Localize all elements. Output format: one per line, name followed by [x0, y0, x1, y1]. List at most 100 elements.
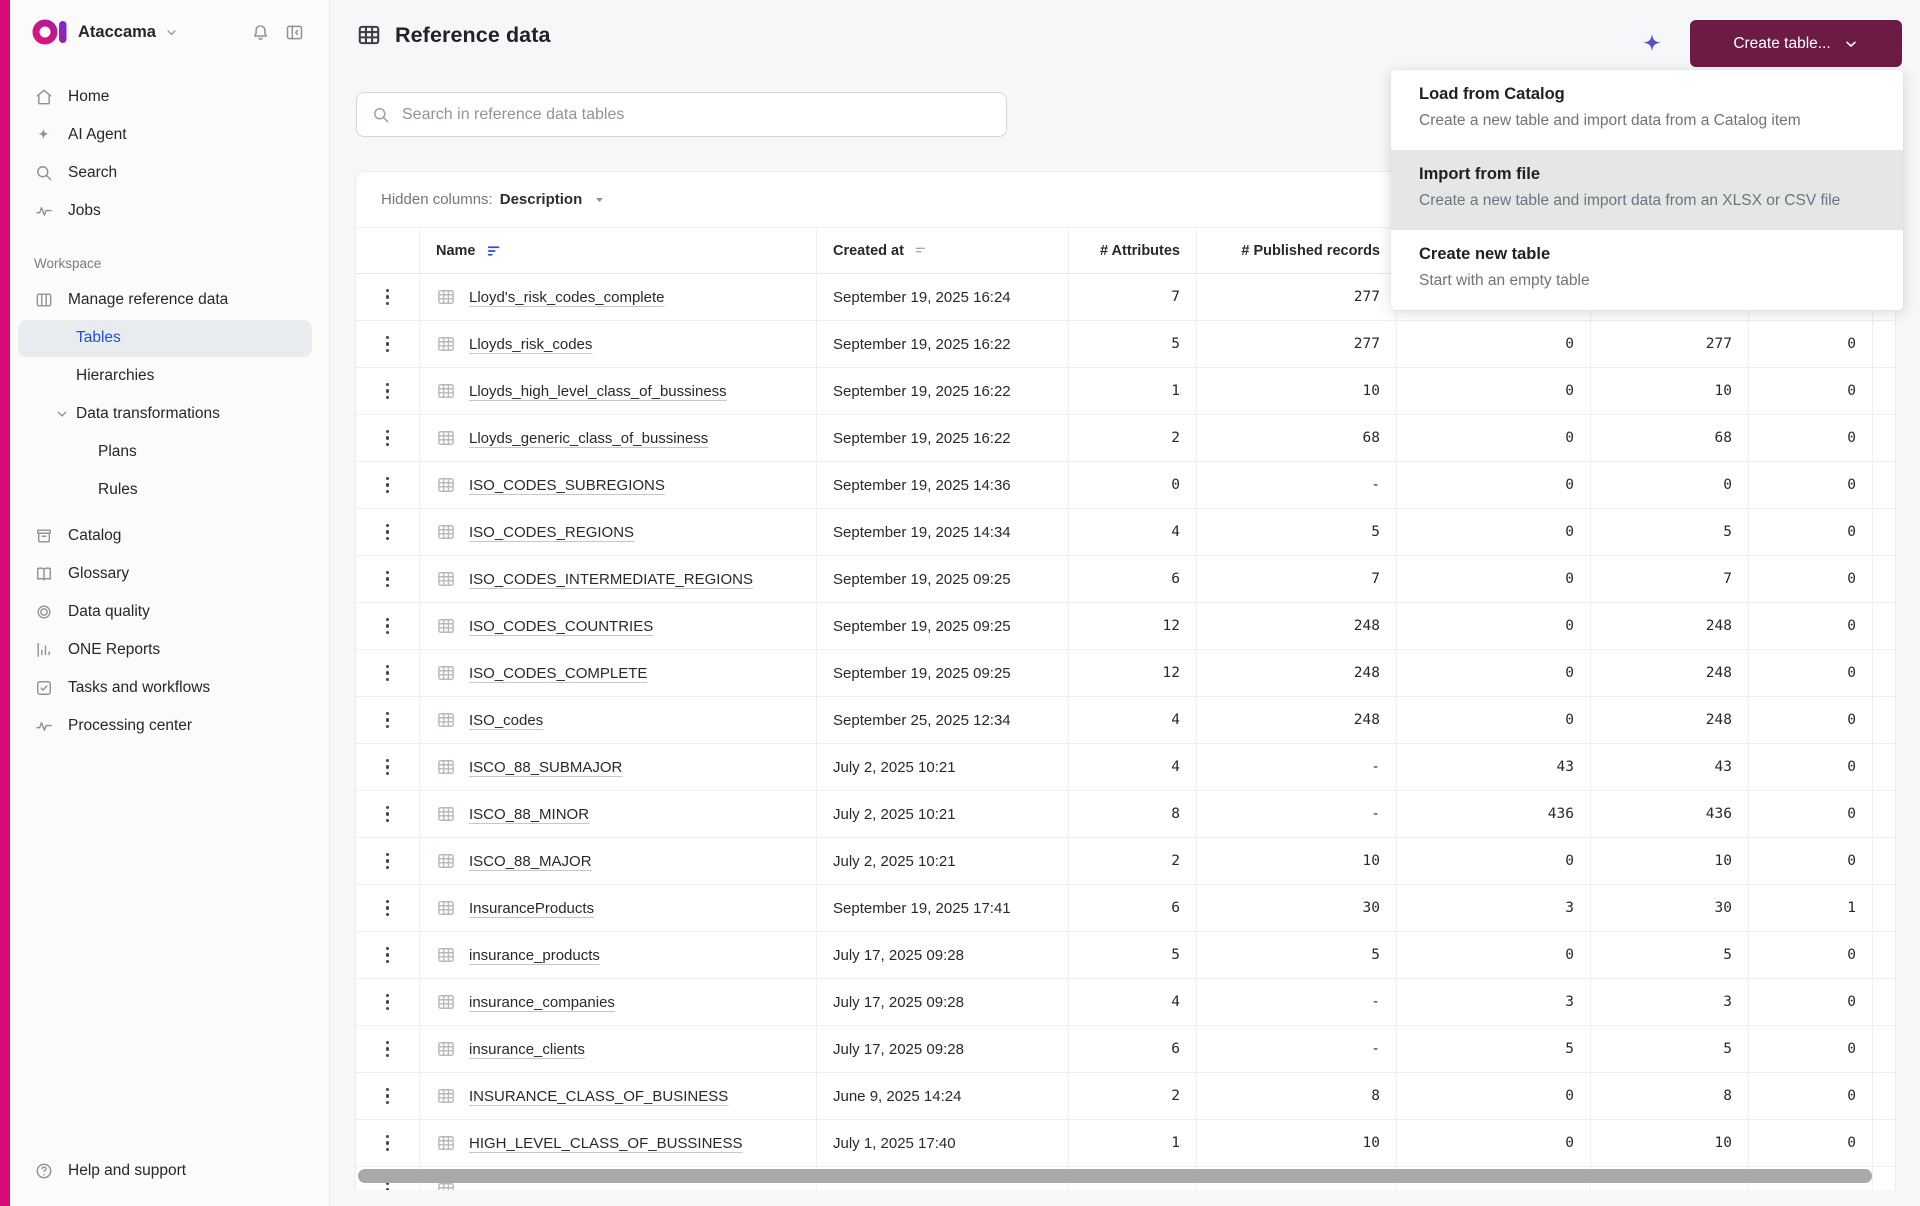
table-name-link[interactable]: ISO_CODES_REGIONS — [469, 524, 634, 541]
row-kebab-menu-button[interactable] — [373, 1032, 403, 1066]
table-name-link[interactable]: insurance_clients — [469, 1041, 585, 1058]
row-cell-hidden-3: 0 — [1749, 1073, 1873, 1119]
row-kebab-menu-button[interactable] — [373, 656, 403, 690]
table-name-link[interactable]: Lloyds_high_level_class_of_bussiness — [469, 383, 727, 400]
table-name-link[interactable]: ISO_CODES_INTERMEDIATE_REGIONS — [469, 571, 753, 588]
sidebar-item-ai-agent[interactable]: AI Agent — [10, 116, 319, 154]
row-kebab-menu-button[interactable] — [373, 891, 403, 925]
table-name-link[interactable]: insurance_products — [469, 947, 600, 964]
sidebar-item-hierarchies[interactable]: Hierarchies — [10, 357, 329, 395]
row-kebab-menu-button[interactable] — [373, 703, 403, 737]
reference-tables-table: Name Created at # Attributes # Published… — [356, 228, 1895, 1190]
notifications-bell-icon[interactable] — [243, 15, 277, 49]
row-kebab-menu-button[interactable] — [373, 844, 403, 878]
header-published-records[interactable]: # Published records — [1197, 228, 1397, 273]
table-name-link[interactable]: ISO_CODES_SUBREGIONS — [469, 477, 665, 494]
sidebar-workspace-nav: Manage reference dataTablesHierarchiesDa… — [10, 281, 329, 745]
hidden-columns-value[interactable]: Description — [500, 191, 583, 208]
sidebar-item-search[interactable]: Search — [10, 154, 319, 192]
row-cell-filler — [1873, 885, 1896, 931]
horizontal-scrollbar[interactable] — [358, 1169, 1872, 1183]
sidebar-item-home[interactable]: Home — [10, 78, 319, 116]
row-cell-attributes: 8 — [1069, 791, 1197, 837]
sidebar-item-processing-center[interactable]: Processing center — [10, 707, 329, 745]
row-cell-attributes: 4 — [1069, 979, 1197, 1025]
sidebar-item-glossary[interactable]: Glossary — [10, 555, 329, 593]
sidebar-item-one-reports[interactable]: ONE Reports — [10, 631, 329, 669]
row-cell-hidden-3: 0 — [1749, 415, 1873, 461]
table-name-link[interactable]: HIGH_LEVEL_CLASS_OF_BUSSINESS — [469, 1135, 742, 1152]
row-kebab-menu-button[interactable] — [373, 374, 403, 408]
row-cell-name: ISO_CODES_REGIONS — [420, 509, 817, 555]
triangle-down-icon[interactable] — [592, 192, 607, 207]
sort-icon[interactable] — [485, 242, 503, 260]
menu-item-import-from-file[interactable]: Import from fileCreate a new table and i… — [1391, 150, 1903, 230]
table-name-link[interactable]: insurance_companies — [469, 994, 615, 1011]
table-name-link[interactable]: ISO_codes — [469, 712, 543, 729]
row-kebab-menu-button[interactable] — [373, 797, 403, 831]
table-name-link[interactable]: Lloyd's_risk_codes_complete — [469, 289, 664, 306]
menu-item-create-new-table[interactable]: Create new tableStart with an empty tabl… — [1391, 230, 1903, 310]
table-name-link[interactable]: InsuranceProducts — [469, 900, 594, 917]
sidebar-item-data-transformations[interactable]: Data transformations — [10, 395, 329, 433]
row-kebab-menu-button[interactable] — [373, 327, 403, 361]
table-name-link[interactable]: Lloyds_risk_codes — [469, 336, 592, 353]
collapse-sidebar-icon[interactable] — [277, 15, 311, 49]
sort-icon[interactable] — [913, 243, 929, 259]
row-cell-filler — [1873, 462, 1896, 508]
create-table-button[interactable]: Create table... — [1690, 20, 1902, 67]
sidebar-item-rules[interactable]: Rules — [10, 471, 329, 509]
workspace-switcher[interactable]: Ataccama — [78, 23, 156, 42]
row-cell-name: ISO_CODES_SUBREGIONS — [420, 462, 817, 508]
row-kebab-menu-button[interactable] — [373, 280, 403, 314]
row-kebab-menu-button[interactable] — [373, 1079, 403, 1113]
search-input[interactable] — [402, 106, 992, 124]
table-name-link[interactable]: ISCO_88_MAJOR — [469, 853, 592, 870]
sidebar-item-tasks-and-workflows[interactable]: Tasks and workflows — [10, 669, 329, 707]
table-name-link[interactable]: ISCO_88_SUBMAJOR — [469, 759, 622, 776]
chevron-down-icon[interactable] — [164, 25, 179, 40]
row-cell-hidden-1: 43 — [1397, 744, 1591, 790]
row-kebab-menu-button[interactable] — [373, 750, 403, 784]
row-cell-menu — [356, 603, 420, 649]
row-kebab-menu-button[interactable] — [373, 985, 403, 1019]
row-kebab-menu-button[interactable] — [373, 421, 403, 455]
sidebar-item-jobs[interactable]: Jobs — [10, 192, 319, 230]
header-attributes[interactable]: # Attributes — [1069, 228, 1197, 273]
row-cell-created-at: July 17, 2025 09:28 — [817, 979, 1069, 1025]
header-name[interactable]: Name — [420, 228, 817, 273]
ai-sparkle-icon[interactable] — [1638, 31, 1666, 59]
row-cell-hidden-3: 0 — [1749, 979, 1873, 1025]
table-row: insurance_companiesJuly 17, 2025 09:284-… — [356, 979, 1895, 1026]
row-kebab-menu-button[interactable] — [373, 938, 403, 972]
row-kebab-menu-button[interactable] — [373, 515, 403, 549]
sidebar-item-catalog[interactable]: Catalog — [10, 517, 329, 555]
row-kebab-menu-button[interactable] — [373, 609, 403, 643]
row-kebab-menu-button[interactable] — [373, 562, 403, 596]
sidebar-item-data-quality[interactable]: Data quality — [10, 593, 329, 631]
sidebar-item-label: Jobs — [68, 202, 101, 220]
table-name-link[interactable]: ISO_CODES_COUNTRIES — [469, 618, 653, 635]
row-kebab-menu-button[interactable] — [373, 468, 403, 502]
row-cell-menu — [356, 368, 420, 414]
help-and-support[interactable]: Help and support — [10, 1152, 329, 1190]
menu-item-load-from-catalog[interactable]: Load from CatalogCreate a new table and … — [1391, 70, 1903, 150]
table-row: HIGH_LEVEL_CLASS_OF_BUSSINESSJuly 1, 202… — [356, 1120, 1895, 1167]
sidebar-item-manage-reference-data[interactable]: Manage reference data — [10, 281, 329, 319]
row-kebab-menu-button[interactable] — [373, 1126, 403, 1160]
menu-item-description: Start with an empty table — [1419, 269, 1873, 293]
row-cell-attributes: 12 — [1069, 603, 1197, 649]
table-name-link[interactable]: INSURANCE_CLASS_OF_BUSINESS — [469, 1088, 728, 1105]
table-name-link[interactable]: ISCO_88_MINOR — [469, 806, 589, 823]
table-name-link[interactable]: Lloyds_generic_class_of_bussiness — [469, 430, 708, 447]
row-cell-hidden-2: 277 — [1591, 321, 1749, 367]
row-cell-published-records: 8 — [1197, 1073, 1397, 1119]
sidebar-item-tables[interactable]: Tables — [10, 319, 329, 357]
sidebar-item-plans[interactable]: Plans — [10, 433, 329, 471]
header-created-at[interactable]: Created at — [817, 228, 1069, 273]
row-cell-hidden-3: 0 — [1749, 368, 1873, 414]
chevron-down-icon[interactable] — [54, 406, 70, 422]
row-cell-created-at: July 2, 2025 10:21 — [817, 791, 1069, 837]
table-name-link[interactable]: ISO_CODES_COMPLETE — [469, 665, 647, 682]
row-cell-published-records: 10 — [1197, 838, 1397, 884]
